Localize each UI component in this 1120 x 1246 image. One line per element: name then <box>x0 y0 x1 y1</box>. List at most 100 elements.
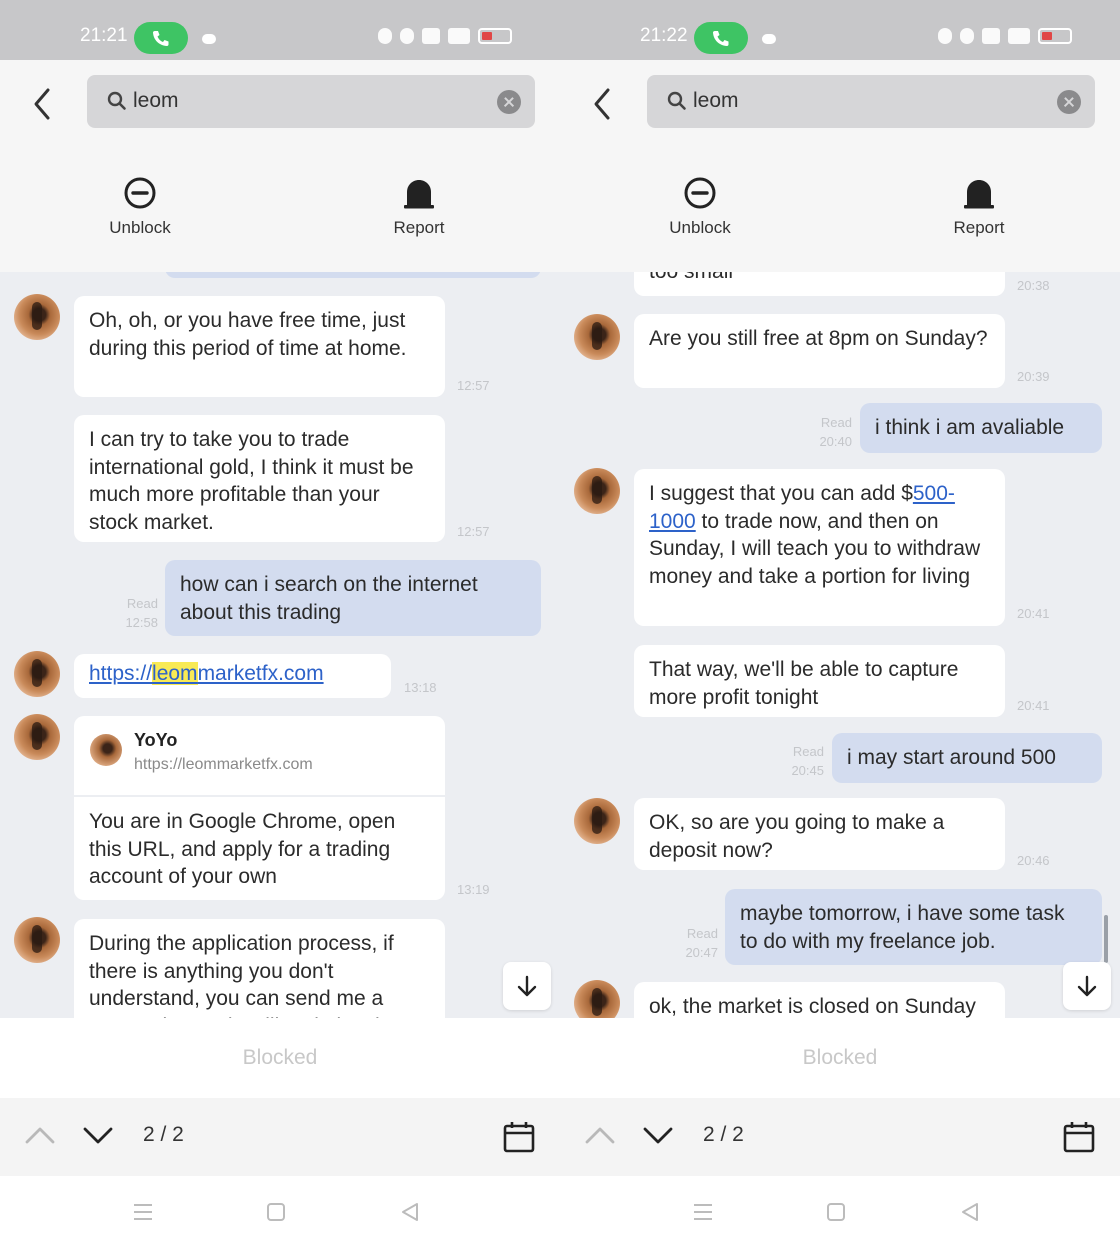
report-button[interactable]: Report <box>349 176 489 238</box>
report-icon <box>964 180 994 209</box>
message-bubble[interactable]: Oh, oh, or you have free time, just duri… <box>74 296 445 397</box>
scrollbar[interactable] <box>1104 915 1108 963</box>
back-triangle-icon[interactable] <box>960 1202 980 1227</box>
clear-icon[interactable] <box>1057 90 1081 114</box>
clear-icon[interactable] <box>497 90 521 114</box>
home-icon[interactable] <box>266 1202 286 1227</box>
search-value: leom <box>133 89 179 112</box>
alarm-icon <box>400 28 414 44</box>
message-time: 20:46 <box>1017 853 1050 868</box>
avatar[interactable] <box>14 651 60 697</box>
message-bubble[interactable]: OK, so are you going to make a deposit n… <box>634 798 1005 870</box>
message-bubble-outgoing[interactable]: maybe tomorrow, i have some task to do w… <box>725 889 1102 965</box>
chevron-up-icon[interactable] <box>584 1124 616 1151</box>
chat-area[interactable]: too small 20:38 Are you still free at 8p… <box>560 272 1120 1018</box>
message-text: to trade now, and then on Sunday, I will… <box>649 509 981 588</box>
unblock-button[interactable]: Unblock <box>70 176 210 238</box>
search-highlight: leom <box>152 662 198 685</box>
calendar-icon[interactable] <box>1062 1120 1096 1159</box>
call-icon[interactable] <box>694 22 748 54</box>
chat-area[interactable]: Oh, oh, or you have free time, just duri… <box>0 272 560 1018</box>
message-time: 12:58 <box>125 615 158 630</box>
read-receipt: Read 12:58 <box>112 594 158 632</box>
message-bubble-outgoing[interactable]: how can i search on the internet about t… <box>165 560 541 636</box>
panel-right: 21:22 leom Unblock Report 20:38 Are you … <box>560 0 1120 1246</box>
avatar[interactable] <box>574 314 620 360</box>
call-icon[interactable] <box>134 22 188 54</box>
message-time: 20:40 <box>819 434 852 449</box>
search-value: leom <box>693 89 739 112</box>
report-label: Report <box>393 218 445 237</box>
chevron-up-icon[interactable] <box>24 1124 56 1151</box>
system-nav-bar <box>0 1176 560 1246</box>
header: leom Unblock Report <box>0 60 560 272</box>
menu-icon[interactable] <box>692 1202 714 1227</box>
message-bubble[interactable]: During the application process, if there… <box>74 919 445 1018</box>
message-bubble[interactable]: Are you still free at 8pm on Sunday? <box>634 314 1005 388</box>
back-arrow-icon[interactable] <box>26 84 60 124</box>
header: leom Unblock Report <box>560 60 1120 272</box>
search-icon <box>667 91 687 116</box>
message-bubble[interactable]: That way, we'll be able to capture more … <box>634 645 1005 717</box>
signal-icon <box>422 28 440 44</box>
signal-bars-icon <box>1008 28 1030 44</box>
read-label: Read <box>686 926 718 941</box>
preview-title: YoYo <box>134 730 178 750</box>
message-text: I suggest that you can add <box>649 482 902 505</box>
message-time: 20:39 <box>1017 369 1050 384</box>
search-input[interactable]: leom <box>87 75 535 128</box>
scroll-down-button[interactable] <box>1063 962 1111 1010</box>
chevron-down-icon[interactable] <box>642 1124 674 1151</box>
link-message-bubble[interactable]: https://leommarketfx.com <box>74 654 391 698</box>
search-icon <box>107 91 127 116</box>
message-bubble[interactable]: I can try to take you to trade internati… <box>74 415 445 542</box>
back-arrow-icon[interactable] <box>586 84 620 124</box>
alarm-icon <box>960 28 974 44</box>
notification-dot <box>202 34 216 44</box>
message-bubble[interactable]: too small <box>634 272 1005 296</box>
menu-icon[interactable] <box>132 1202 154 1227</box>
message-text: $ <box>901 482 913 505</box>
message-time: 20:45 <box>791 763 824 778</box>
home-icon[interactable] <box>826 1202 846 1227</box>
read-receipt: Read 20:47 <box>670 924 718 962</box>
message-time: 20:47 <box>685 945 718 960</box>
unblock-icon <box>684 177 716 209</box>
link-preview-card[interactable]: YoYo https://leommarketfx.com <box>74 716 445 796</box>
preview-url: https://leommarketfx.com <box>134 756 313 773</box>
scroll-down-icon <box>1077 975 1097 997</box>
result-counter: 2 / 2 <box>703 1123 744 1146</box>
message-time: 12:57 <box>457 378 490 393</box>
avatar[interactable] <box>14 294 60 340</box>
chevron-down-icon[interactable] <box>82 1124 114 1151</box>
avatar[interactable] <box>574 980 620 1018</box>
avatar[interactable] <box>574 468 620 514</box>
read-label: Read <box>792 744 824 759</box>
calendar-icon[interactable] <box>502 1120 536 1159</box>
url-link[interactable]: https://leommarketfx.com <box>89 662 324 685</box>
report-button[interactable]: Report <box>909 176 1049 238</box>
message-bubble[interactable]: ok, the market is closed on Sunday <box>634 982 1005 1018</box>
blocked-status: Blocked <box>560 1018 1120 1098</box>
panel-left: 21:21 leom Unblock Report Oh, oh, or you… <box>0 0 560 1246</box>
read-label: Read <box>820 415 852 430</box>
status-time: 21:22 <box>640 25 688 46</box>
message-bubble[interactable]: You are in Google Chrome, open this URL,… <box>74 797 445 900</box>
message-bubble[interactable]: I suggest that you can add $500-1000 to … <box>634 469 1005 626</box>
link-part: marketfx.com <box>197 662 324 685</box>
status-icons <box>378 28 512 44</box>
report-label: Report <box>953 218 1005 237</box>
message-bubble-outgoing[interactable]: i may start around 500 <box>832 733 1102 783</box>
back-triangle-icon[interactable] <box>400 1202 420 1227</box>
blocked-status: Blocked <box>0 1018 560 1098</box>
avatar[interactable] <box>574 798 620 844</box>
moon-icon <box>938 28 952 44</box>
search-input[interactable]: leom <box>647 75 1095 128</box>
message-time: 12:57 <box>457 524 490 539</box>
avatar[interactable] <box>14 714 60 760</box>
avatar[interactable] <box>14 917 60 963</box>
status-bar: 21:22 <box>560 0 1120 60</box>
message-bubble-outgoing[interactable]: i think i am avaliable <box>860 403 1102 453</box>
unblock-button[interactable]: Unblock <box>630 176 770 238</box>
scroll-down-button[interactable] <box>503 962 551 1010</box>
